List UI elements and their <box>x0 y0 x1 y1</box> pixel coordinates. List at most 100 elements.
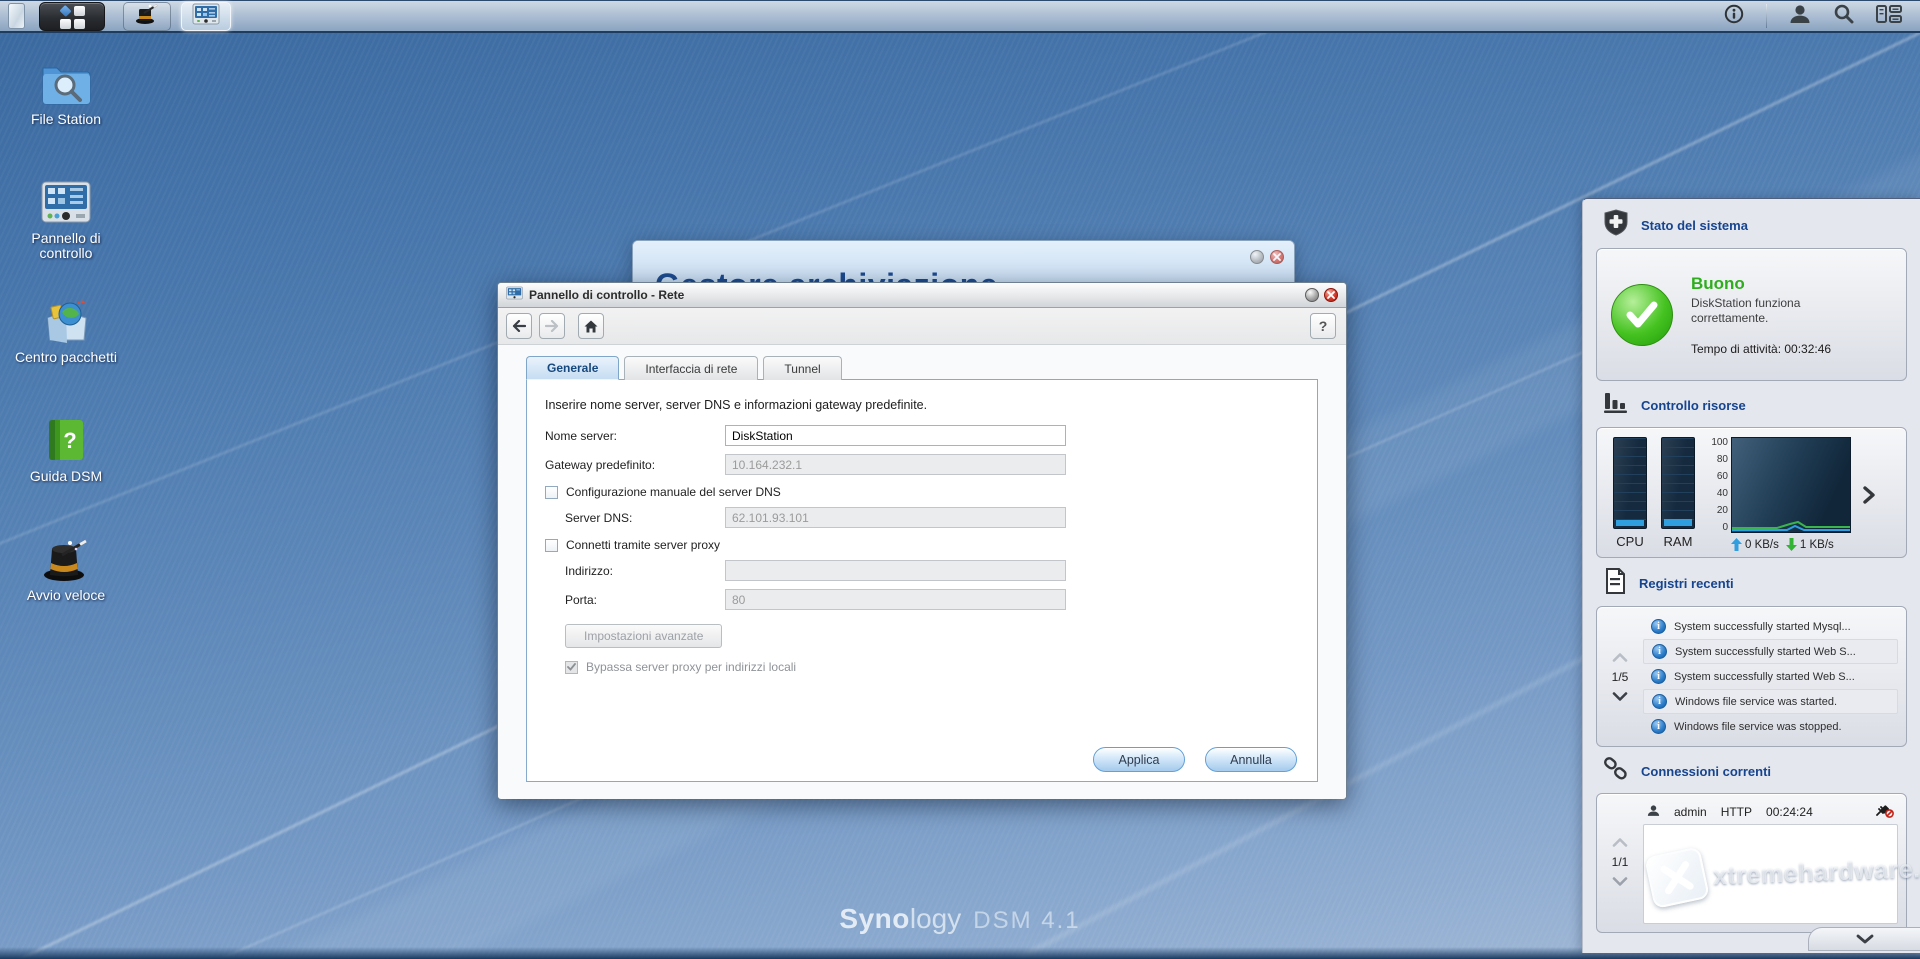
resource-monitor-card[interactable]: CPU RAM 10080 6040 200 <box>1596 427 1907 558</box>
back-button[interactable] <box>506 313 532 339</box>
show-desktop-button[interactable] <box>8 3 25 29</box>
log-row[interactable]: iWindows file service was stopped. <box>1643 714 1898 739</box>
user-icon <box>1647 804 1660 820</box>
page-down-icon[interactable] <box>1612 877 1628 886</box>
desktop-icon-dsm-help[interactable]: ? Guida DSM <box>12 415 120 534</box>
user-icon[interactable] <box>1789 4 1811 29</box>
log-list: iSystem successfully started Mysql... iS… <box>1643 612 1898 741</box>
tab-tunnel[interactable]: Tunnel <box>763 356 841 380</box>
nome-server-field[interactable] <box>725 425 1066 446</box>
minimize-button[interactable] <box>1250 250 1264 264</box>
forward-button[interactable] <box>539 313 565 339</box>
taskbar-separator <box>1766 4 1767 28</box>
desktop-icon-quick-launch[interactable]: Avvio veloce <box>12 534 120 653</box>
quick-launch-task-button[interactable] <box>123 2 171 31</box>
tab-interfaccia-di-rete[interactable]: Interfaccia di rete <box>624 356 758 380</box>
disconnect-icon[interactable] <box>1876 804 1894 821</box>
proxy-checkbox-row[interactable]: Connetti tramite server proxy <box>545 538 1299 552</box>
page-down-icon[interactable] <box>1612 692 1628 701</box>
indirizzo-field <box>725 560 1066 581</box>
porta-field <box>725 589 1066 610</box>
dns-manual-label: Configurazione manuale del server DNS <box>566 485 781 499</box>
desktop-icon-control-panel[interactable]: Pannello di controllo <box>12 177 120 296</box>
status-ok-icon <box>1611 284 1673 346</box>
page-up-icon[interactable] <box>1612 838 1628 847</box>
desktop-icon-package-center[interactable]: Centro pacchetti <box>12 296 120 415</box>
graph-y-axis: 10080 6040 200 <box>1707 437 1731 533</box>
desktop: File Station Pannello di controllo <box>0 0 1920 959</box>
general-tab-panel: Inserire nome server, server DNS e infor… <box>526 379 1318 782</box>
pilot-view-icon[interactable] <box>1876 4 1902 29</box>
sidebar-collapse-tab[interactable] <box>1808 927 1920 951</box>
window-toolbar: ? <box>498 308 1346 345</box>
desktop-icon-label: Centro pacchetti <box>15 350 117 365</box>
log-row[interactable]: iSystem successfully started Mysql... <box>1643 614 1898 639</box>
main-menu-icon <box>60 6 85 29</box>
tab-generale[interactable]: Generale <box>526 356 619 380</box>
magician-hat-icon <box>134 3 160 30</box>
dns-manual-checkbox-row[interactable]: Configurazione manuale del server DNS <box>545 485 1299 499</box>
bypass-checkbox <box>565 661 578 674</box>
close-icon[interactable] <box>1324 288 1338 302</box>
status-message: DiskStation funziona correttamente. <box>1691 296 1851 326</box>
advanced-settings-button: Impostazioni avanzate <box>565 624 722 648</box>
file-station-icon <box>40 58 92 108</box>
info-icon: i <box>1652 694 1667 709</box>
control-panel-icon <box>40 177 92 227</box>
proxy-label: Connetti tramite server proxy <box>566 538 720 552</box>
log-row[interactable]: iSystem successfully started Web S... <box>1643 664 1898 689</box>
desktop-icon-file-station[interactable]: File Station <box>12 58 120 177</box>
forward-icon <box>545 320 559 332</box>
uptime-text: Tempo di attività: 00:32:46 <box>1691 342 1851 356</box>
info-icon: i <box>1652 644 1667 659</box>
ram-gauge <box>1661 437 1695 529</box>
dns-manual-checkbox[interactable] <box>545 486 558 499</box>
window-titlebar[interactable]: Pannello di controllo - Rete <box>498 283 1346 308</box>
chain-link-icon <box>1603 757 1629 786</box>
log-row[interactable]: iWindows file service was started. <box>1643 689 1898 714</box>
proxy-checkbox[interactable] <box>545 539 558 552</box>
logs-pager: 1/5 <box>1597 612 1643 741</box>
help-button[interactable]: ? <box>1310 313 1336 339</box>
info-icon: i <box>1651 669 1666 684</box>
open-resource-monitor-chevron[interactable] <box>1863 486 1875 509</box>
magician-hat-icon <box>40 534 92 584</box>
shield-icon <box>1603 209 1629 241</box>
desktop-icon-label: Guida DSM <box>30 469 102 484</box>
home-button[interactable] <box>578 313 604 339</box>
upload-arrow-icon <box>1731 538 1742 551</box>
minimize-button[interactable] <box>1305 288 1319 302</box>
page-up-icon[interactable] <box>1612 653 1628 662</box>
apply-button[interactable]: Applica <box>1093 747 1185 772</box>
connections-list-area <box>1643 824 1898 924</box>
desktop-icon-label: File Station <box>31 112 101 127</box>
cancel-button[interactable]: Annulla <box>1205 747 1297 772</box>
status-value: Buono <box>1691 274 1851 294</box>
search-icon[interactable] <box>1833 3 1854 29</box>
network-legend: 0 KB/s 1 KB/s <box>1731 538 1851 551</box>
widget-title: Connessioni correnti <box>1641 764 1771 779</box>
main-menu-button[interactable] <box>39 2 105 31</box>
log-row[interactable]: iSystem successfully started Web S... <box>1643 639 1898 664</box>
info-icon[interactable] <box>1724 4 1744 29</box>
gateway-field <box>725 454 1066 475</box>
system-status-header: Stato del sistema <box>1583 199 1920 248</box>
ram-label: RAM <box>1664 534 1693 549</box>
control-panel-task-button[interactable] <box>181 2 231 31</box>
control-panel-icon <box>192 3 220 30</box>
bypass-checkbox-row: Bypassa server proxy per indirizzi local… <box>545 660 1299 674</box>
panel-description: Inserire nome server, server DNS e infor… <box>545 398 1299 412</box>
desktop-icon-label: Avvio veloce <box>27 588 105 603</box>
taskbar <box>0 0 1920 33</box>
desktop-icon-column: File Station Pannello di controllo <box>12 58 120 653</box>
nome-server-label: Nome server: <box>545 429 725 443</box>
control-panel-icon <box>506 286 523 305</box>
package-center-icon <box>40 296 92 346</box>
recent-logs-card: 1/5 iSystem successfully started Mysql..… <box>1596 606 1907 747</box>
cpu-gauge <box>1613 437 1647 529</box>
document-icon <box>1603 568 1627 599</box>
widget-title: Registri recenti <box>1639 576 1734 591</box>
connection-row[interactable]: admin HTTP 00:24:24 <box>1643 800 1898 824</box>
close-icon[interactable] <box>1270 250 1284 264</box>
connections-page-indicator: 1/1 <box>1612 855 1629 869</box>
